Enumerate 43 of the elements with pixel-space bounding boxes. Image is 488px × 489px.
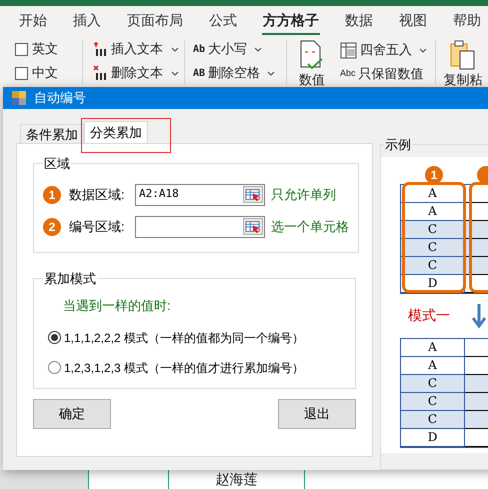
group-title: 累加模式 (43, 270, 97, 288)
radio-label: 1,1,1,2,2,2 模式（一样的值都为同一个编号） (64, 330, 304, 346)
dialog-button[interactable]: 退出 (278, 398, 356, 428)
value-button[interactable]: 数值 (287, 40, 337, 92)
ribbon-tab[interactable]: 公式 (208, 7, 238, 35)
window-title: 自动编号 (34, 89, 86, 108)
ribbon-tab[interactable]: 开始 (18, 7, 48, 35)
example-cell: A (401, 338, 465, 356)
ribbon-button[interactable]: Ab 大小写 (193, 40, 286, 58)
example-cell: C (401, 410, 465, 428)
mode-prompt: 当遇到一样的值时: (63, 297, 172, 315)
ribbon-button[interactable]: 四舍五入 (340, 40, 435, 60)
number-badge: 2 (43, 218, 61, 236)
example-cell: C (401, 374, 465, 392)
dialog-tab[interactable]: 条件累加 (20, 124, 84, 143)
ribbon-tab[interactable]: 视图 (398, 7, 428, 35)
example-cell: A (401, 356, 465, 374)
number-badge: 1 (43, 186, 61, 204)
radio-label: 1,2,3,1,2,3 模式（一样的值才进行累加编号） (64, 360, 304, 376)
ribbon-tab[interactable]: 数据 (344, 7, 374, 35)
ribbon-tab[interactable]: 插入 (72, 7, 102, 35)
ribbon-button[interactable]: 插入文本 (93, 40, 184, 58)
example-cell: D (401, 428, 465, 446)
ribbon-button[interactable]: AB 删除空格 (193, 64, 286, 82)
range-field[interactable]: A2:A18 (135, 184, 265, 206)
field-label: 编号区域: (69, 218, 126, 236)
dialog-button[interactable]: 确定 (33, 398, 111, 428)
example-caption: 模式一 (408, 306, 450, 325)
example-cell: C (401, 392, 465, 410)
field-hint: 选一个单元格 (271, 218, 349, 236)
ribbon-button[interactable]: Abc 只保留数值 (340, 64, 435, 84)
group-title: 示例 (384, 136, 412, 154)
ribbon-checkbox[interactable]: 英文 (15, 40, 82, 58)
ribbon-tab[interactable]: 帮助 (452, 7, 482, 35)
ribbon-tab[interactable]: 方方格子 (262, 7, 320, 35)
dialog-tab[interactable]: 分类累加 (84, 121, 148, 143)
ribbon-tab[interactable]: 页面布局 (126, 7, 184, 35)
field-hint: 只允许单列 (271, 186, 336, 204)
ribbon-button[interactable]: 删除文本 (93, 64, 184, 82)
number-badge: 1 (425, 166, 443, 184)
field-label: 数据区域: (69, 186, 126, 204)
ribbon-checkbox[interactable]: 中文 (15, 64, 82, 82)
group-title: 区域 (43, 155, 71, 173)
